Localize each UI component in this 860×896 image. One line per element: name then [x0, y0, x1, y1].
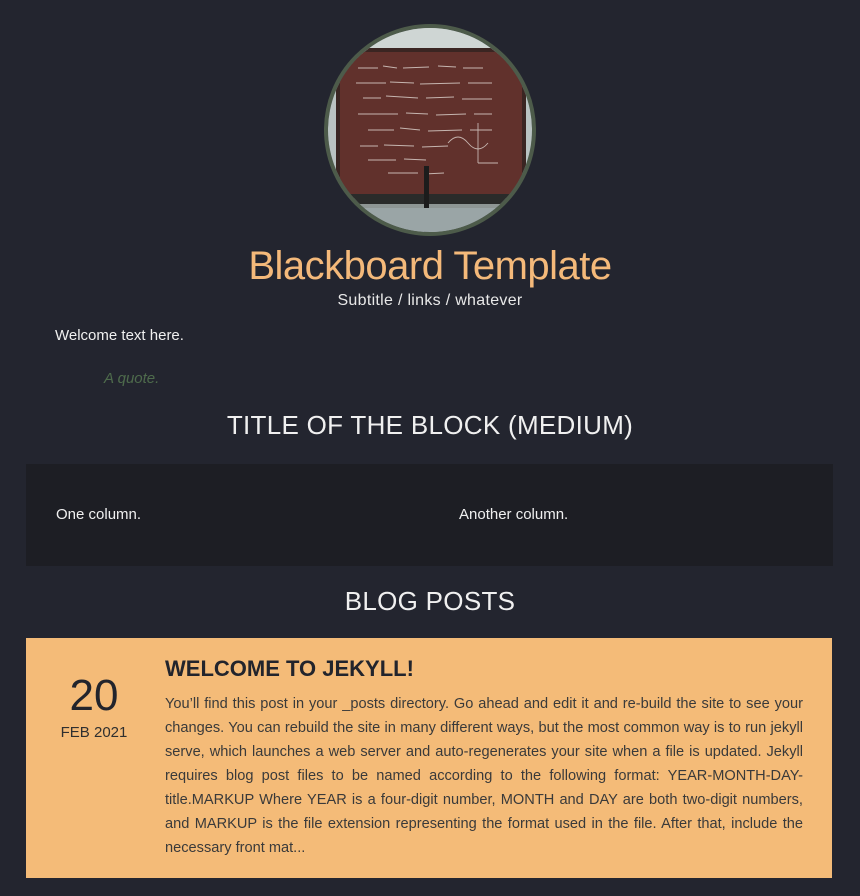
post-day: 20	[69, 671, 119, 720]
site-subtitle: Subtitle / links / whatever	[337, 292, 523, 309]
avatar[interactable]	[324, 24, 536, 236]
blog-post-card[interactable]: 20 FEB 2021 WELCOME TO JEKYLL! You’ll fi…	[26, 638, 832, 878]
column-one: One column.	[56, 506, 142, 523]
chalkboard-image	[328, 28, 532, 232]
post-body: WELCOME TO JEKYLL! You’ll find this post…	[165, 654, 803, 860]
post-month-year: FEB 2021	[60, 724, 128, 741]
site-title[interactable]: Blackboard Template	[0, 242, 860, 290]
post-title-link[interactable]: WELCOME TO JEKYLL!	[165, 654, 803, 684]
post-date: 20 FEB 2021	[46, 668, 142, 741]
column-two: Another column.	[459, 506, 569, 523]
block-title: TITLE OF THE BLOCK (MEDIUM)	[226, 410, 634, 440]
two-column-block: One column. Another column.	[26, 464, 833, 566]
post-excerpt: You’ll find this post in your _posts dir…	[165, 696, 803, 856]
site-header: Blackboard Template Subtitle / links / w…	[0, 0, 860, 310]
blog-posts-title: BLOG POSTS	[344, 586, 516, 616]
quote-text: A quote.	[104, 370, 160, 387]
welcome-text: Welcome text here.	[55, 327, 184, 344]
